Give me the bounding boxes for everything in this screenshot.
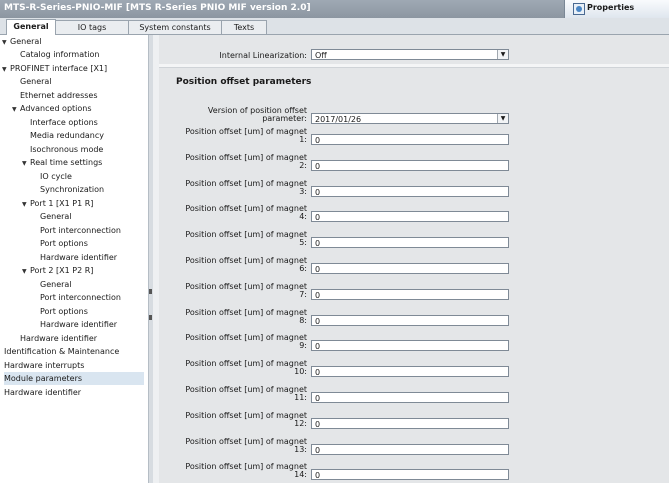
tab-io-tags[interactable]: IO tags <box>55 20 129 34</box>
tree-item-isochronous-mode[interactable]: Isochronous mode <box>30 143 103 156</box>
tree-item-ethernet-addresses[interactable]: Ethernet addresses <box>20 89 98 102</box>
tab-general[interactable]: General <box>6 19 56 35</box>
tree-item-port-1-general[interactable]: General <box>40 210 72 223</box>
expand-arrow-icon[interactable]: ▼ <box>2 63 10 76</box>
offset-input[interactable]: 0 <box>311 211 509 222</box>
linearization-label: Internal Linearization: <box>219 51 307 60</box>
tree-item-advanced-options[interactable]: ▼ Advanced options <box>12 102 92 115</box>
collapse-left-icon[interactable] <box>149 289 152 294</box>
version-dropdown[interactable]: 2017/01/26 ▼ <box>311 113 509 124</box>
tab-bar: General IO tags System constants Texts <box>0 18 669 35</box>
tree-item-synchronization[interactable]: Synchronization <box>40 183 104 196</box>
tree-item-hardware-identifier[interactable]: Hardware identifier <box>4 386 81 399</box>
dropdown-arrow-icon[interactable]: ▼ <box>497 50 508 59</box>
offset-input[interactable]: 0 <box>311 418 509 429</box>
properties-button[interactable]: Properties <box>564 0 669 18</box>
offset-input[interactable]: 0 <box>311 263 509 274</box>
offset-magnet-number: 5: <box>299 238 307 247</box>
navigation-tree: ▼ General Catalog information ▼ PROFINET i… <box>0 35 148 483</box>
properties-label: Properties <box>587 3 635 12</box>
offset-input[interactable]: 0 <box>311 340 509 351</box>
offset-magnet-number: 4: <box>299 212 307 221</box>
collapse-right-icon[interactable] <box>149 315 152 320</box>
tree-item-port-1-options[interactable]: Port options <box>40 237 88 250</box>
offset-input[interactable]: 0 <box>311 469 509 480</box>
tree-item-port-1[interactable]: ▼ Port 1 [X1 P1 R] <box>22 197 93 210</box>
tree-item-port-1-hardware-identifier[interactable]: Hardware identifier <box>40 251 117 264</box>
separator <box>159 64 669 68</box>
offset-input[interactable]: 0 <box>311 134 509 145</box>
tree-item-real-time-settings[interactable]: ▼ Real time settings <box>22 156 102 169</box>
title-bar: MTS-R-Series-PNIO-MIF [MTS R-Series PNIO… <box>0 0 669 18</box>
tree-item-port-2-options[interactable]: Port options <box>40 305 88 318</box>
tree-item-general[interactable]: General <box>20 75 52 88</box>
offset-magnet-number: 10: <box>294 367 307 376</box>
tree-item-port-2-hardware-identifier[interactable]: Hardware identifier <box>40 318 117 331</box>
tree-item-identification-maintenance[interactable]: Identification & Maintenance <box>4 345 119 358</box>
expand-arrow-icon[interactable]: ▼ <box>22 157 30 170</box>
section-title: Position offset parameters <box>176 77 312 87</box>
offset-magnet-number: 14: <box>294 470 307 479</box>
offset-input[interactable]: 0 <box>311 315 509 326</box>
version-label-line2: parameter: <box>262 114 307 123</box>
window-title: MTS-R-Series-PNIO-MIF [MTS R-Series PNIO… <box>4 3 311 13</box>
dropdown-arrow-icon[interactable]: ▼ <box>497 114 508 123</box>
offset-input[interactable]: 0 <box>311 392 509 403</box>
offset-magnet-number: 8: <box>299 316 307 325</box>
tree-item-interface-options[interactable]: Interface options <box>30 116 98 129</box>
offset-magnet-number: 13: <box>294 445 307 454</box>
offset-magnet-number: 3: <box>299 187 307 196</box>
tree-item-profinet-interface[interactable]: ▼ PROFINET interface [X1] <box>2 62 107 75</box>
tree-item-port-2-interconnection[interactable]: Port interconnection <box>40 291 121 304</box>
linearization-dropdown[interactable]: Off ▼ <box>311 49 509 60</box>
offset-magnet-number: 2: <box>299 161 307 170</box>
tree-item-module-parameters[interactable]: Module parameters <box>4 372 144 385</box>
offset-input[interactable]: 0 <box>311 289 509 300</box>
tree-item-catalog-information[interactable]: Catalog information <box>20 48 99 61</box>
offset-magnet-number: 12: <box>294 419 307 428</box>
tree-item-general[interactable]: ▼ General <box>2 35 42 48</box>
tree-item-io-cycle[interactable]: IO cycle <box>40 170 72 183</box>
tree-item-port-1-interconnection[interactable]: Port interconnection <box>40 224 121 237</box>
offset-magnet-number: 9: <box>299 341 307 350</box>
parameters-panel: Internal Linearization: Off ▼ Position o… <box>159 35 669 483</box>
tree-item-hardware-interrupts[interactable]: Hardware interrupts <box>4 359 84 372</box>
offset-input[interactable]: 0 <box>311 444 509 455</box>
offset-input[interactable]: 0 <box>311 366 509 377</box>
offset-magnet-number: 11: <box>294 393 307 402</box>
tab-texts[interactable]: Texts <box>221 20 267 34</box>
tree-item-port-2[interactable]: ▼ Port 2 [X1 P2 R] <box>22 264 93 277</box>
offset-magnet-number: 1: <box>299 135 307 144</box>
offset-magnet-number: 7: <box>299 290 307 299</box>
offset-input[interactable]: 0 <box>311 237 509 248</box>
expand-arrow-icon[interactable]: ▼ <box>22 265 30 278</box>
tree-item-port-2-general[interactable]: General <box>40 278 72 291</box>
properties-window: MTS-R-Series-PNIO-MIF [MTS R-Series PNIO… <box>0 0 669 483</box>
properties-icon <box>573 3 585 15</box>
expand-arrow-icon[interactable]: ▼ <box>2 36 10 49</box>
offset-magnet-number: 6: <box>299 264 307 273</box>
expand-arrow-icon[interactable]: ▼ <box>22 198 30 211</box>
offset-input[interactable]: 0 <box>311 186 509 197</box>
offset-input[interactable]: 0 <box>311 160 509 171</box>
tab-system-constants[interactable]: System constants <box>128 20 222 34</box>
expand-arrow-icon[interactable]: ▼ <box>12 103 20 116</box>
tree-item-media-redundancy[interactable]: Media redundancy <box>30 129 104 142</box>
tree-item-interface-hardware-identifier[interactable]: Hardware identifier <box>20 332 97 345</box>
